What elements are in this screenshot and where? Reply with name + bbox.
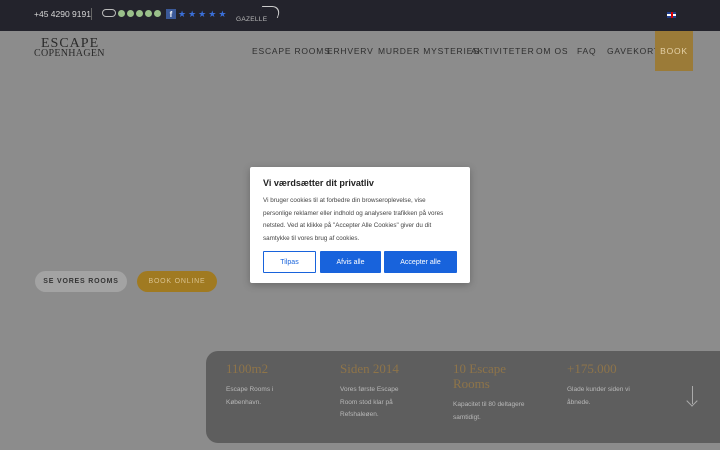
cookie-consent-dialog: Vi værdsætter dit privatliv Vi bruger co… — [250, 167, 470, 283]
nav-gavekort[interactable]: GAVEKORT — [607, 31, 660, 71]
nav-erhverv[interactable]: ERHVERV — [327, 31, 374, 71]
nav-faq[interactable]: FAQ — [577, 31, 596, 71]
star-icon: ★ — [188, 9, 197, 19]
stat-rooms: 10 Escape Rooms Kapacitet til 80 deltage… — [453, 361, 553, 424]
stat-text-line: Glade kunder siden vi — [567, 386, 630, 393]
stat-text: Vores første Escape Room stod klar på Re… — [340, 384, 440, 422]
site-logo[interactable]: ESCAPE COPENHAGEN — [34, 37, 105, 59]
stat-text: Kapacitet til 80 deltagere samtidigt. — [453, 399, 553, 424]
nav-book-button[interactable]: BOOK — [655, 31, 693, 71]
accept-all-button[interactable]: Accepter alle — [384, 251, 457, 273]
scroll-down-arrow-icon[interactable] — [685, 386, 698, 407]
rating-dot-icon — [136, 9, 143, 17]
stat-text-line: Vores første Escape — [340, 386, 399, 393]
tripadvisor-icon — [102, 9, 116, 17]
stat-text-line: åbnede. — [567, 398, 591, 406]
stat-text-line: Room stod klar på — [340, 398, 393, 406]
stat-heading: 1100m2 — [226, 361, 269, 376]
stats-panel: 1100m2 Escape Rooms i København. Siden 2… — [206, 351, 720, 443]
star-icon: ★ — [218, 9, 227, 19]
stat-heading-line: 10 Escape — [453, 361, 507, 376]
stat-heading-line: Rooms — [453, 376, 490, 391]
stat-text-line: København. — [226, 398, 262, 406]
rating-dot-icon — [145, 9, 152, 17]
nav-escape-rooms[interactable]: ESCAPE ROOMS — [252, 31, 331, 71]
top-bar: +45 4290 9191 f ★ ★ ★ ★ ★ GAZELLE — [0, 0, 720, 31]
cookie-text-line: Vi bruger cookies til at forbedre din br… — [263, 197, 426, 204]
reject-all-button[interactable]: Afvis alle — [320, 251, 381, 273]
star-icon: ★ — [208, 9, 217, 19]
stat-text: Escape Rooms i København. — [226, 384, 316, 409]
arrow-head — [685, 395, 698, 407]
stat-heading: +175.000 — [567, 361, 617, 376]
customize-button[interactable]: Tilpas — [263, 251, 316, 273]
logo-copenhagen: COPENHAGEN — [34, 48, 105, 59]
phone-number[interactable]: +45 4290 9191 — [34, 9, 91, 19]
rating-dot-icon — [127, 9, 134, 17]
cookie-title: Vi værdsætter dit privatliv — [263, 178, 374, 188]
main-navigation: ESCAPE COPENHAGEN ESCAPE ROOMS ERHVERV M… — [0, 31, 720, 71]
stat-text-line: Escape Rooms i — [226, 386, 274, 393]
stat-text: Glade kunder siden vi åbnede. — [567, 384, 667, 409]
uk-flag-icon[interactable] — [667, 12, 676, 18]
gazelle-label: GAZELLE — [236, 16, 268, 23]
facebook-rating[interactable]: f ★ ★ ★ ★ ★ — [166, 9, 226, 19]
nav-murder-mysteries[interactable]: MURDER MYSTERIES — [378, 31, 480, 71]
gazelle-badge: GAZELLE — [236, 6, 283, 26]
rating-dot-icon — [154, 9, 161, 17]
tripadvisor-rating[interactable] — [102, 9, 161, 17]
nav-om-os[interactable]: OM OS — [536, 31, 568, 71]
divider — [91, 8, 92, 20]
stat-text-line: Refshaleøen. — [340, 411, 379, 418]
cookie-text-line: samtykke til vores brug af cookies. — [263, 234, 360, 242]
stat-heading: 10 Escape Rooms — [453, 361, 553, 391]
star-icon: ★ — [178, 9, 187, 19]
star-icon: ★ — [198, 9, 207, 19]
book-online-button[interactable]: BOOK ONLINE — [137, 271, 217, 292]
stat-area: 1100m2 Escape Rooms i København. — [226, 361, 316, 409]
facebook-icon: f — [166, 9, 176, 19]
rating-dot-icon — [118, 9, 125, 17]
cookie-description: Vi bruger cookies til at forbedre din br… — [263, 195, 461, 245]
stat-text-line: Kapacitet til 80 deltagere — [453, 401, 525, 408]
cookie-text-line: personlige reklamer eller indhold og ana… — [263, 209, 444, 217]
stat-text-line: samtidigt. — [453, 413, 481, 421]
stat-heading: Siden 2014 — [340, 361, 399, 376]
cookie-text-line: netsted. Ved at klikke på "Accepter Alle… — [263, 222, 432, 229]
stat-since: Siden 2014 Vores første Escape Room stod… — [340, 361, 440, 422]
stat-customers: +175.000 Glade kunder siden vi åbnede. — [567, 361, 667, 409]
nav-aktiviteter[interactable]: AKTIVITETER — [471, 31, 535, 71]
see-rooms-button[interactable]: SE VORES ROOMS — [35, 271, 127, 292]
